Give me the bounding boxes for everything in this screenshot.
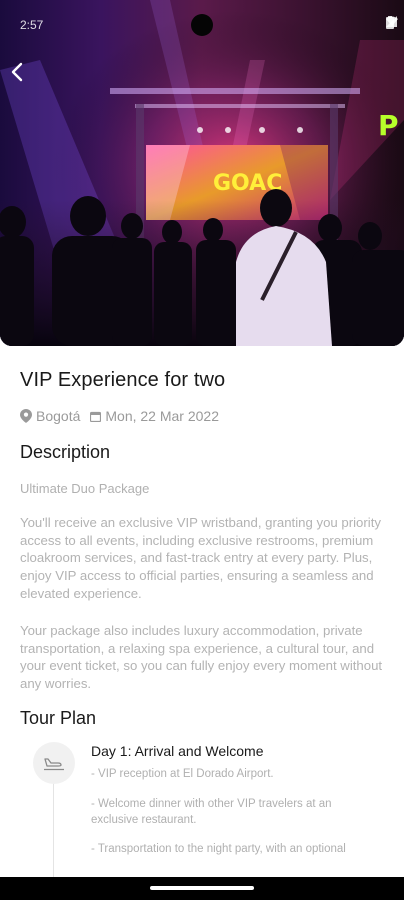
front-camera <box>191 14 213 36</box>
event-location-text: Bogotá <box>36 408 81 424</box>
side-sign-text: P <box>378 109 399 142</box>
tour-plan-heading: Tour Plan <box>20 708 97 728</box>
chevron-left-icon <box>11 62 23 82</box>
home-gesture-handle[interactable] <box>150 886 254 890</box>
event-date-text: Mon, 22 Mar 2022 <box>105 408 219 424</box>
concert-photo: GOAC P <box>0 0 404 346</box>
event-meta: Bogotá Mon, 22 Mar 2022 <box>20 408 229 424</box>
calendar-icon <box>90 411 102 422</box>
tour-day-title: Day 1: Arrival and Welcome <box>91 743 264 759</box>
event-date: Mon, 22 Mar 2022 <box>90 408 219 424</box>
status-time: 2:57 <box>20 18 44 32</box>
description-paragraph: You'll receive an exclusive VIP wristban… <box>20 515 381 601</box>
description-heading: Description <box>20 442 111 462</box>
tour-day-item: - VIP reception at El Dorado Airport. <box>91 768 274 780</box>
airplane-landing-icon <box>44 758 64 771</box>
status-bar: 2:57 <box>0 0 404 50</box>
hero-image: GOAC P 2:57 <box>0 0 404 346</box>
event-location: Bogotá <box>20 408 80 424</box>
timeline-marker <box>33 742 75 784</box>
battery-icon <box>386 16 394 29</box>
tour-day-item: - Transportation to the night party, wit… <box>91 843 346 855</box>
event-details: VIP Experience for two Bogotá Mon, 22 Ma… <box>0 346 404 877</box>
tour-day-item: - Welcome dinner with other VIP traveler… <box>91 798 332 826</box>
description-paragraph: Your package also includes luxury accomm… <box>20 623 383 692</box>
description-subtitle: Ultimate Duo Package <box>20 481 150 496</box>
location-pin-icon <box>20 409 32 423</box>
event-title: VIP Experience for two <box>20 369 226 391</box>
back-button[interactable] <box>10 62 40 92</box>
